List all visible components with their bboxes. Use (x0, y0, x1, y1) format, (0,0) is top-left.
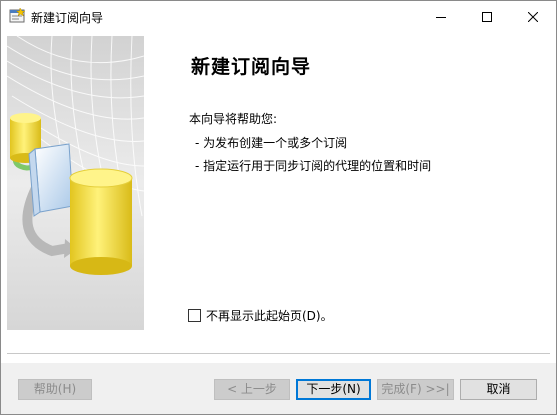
window-title: 新建订阅向导 (31, 11, 104, 25)
intro-text: 本向导将帮助您: (189, 112, 278, 126)
close-icon (528, 11, 538, 22)
title-bar[interactable]: 新建订阅向导 (1, 1, 556, 32)
wizard-content: 新建订阅向导 本向导将帮助您: - 为发布创建一个或多个订阅 - 指定运行用于同… (6, 35, 550, 354)
minimize-button[interactable] (418, 1, 464, 32)
dont-show-option[interactable]: 不再显示此起始页(D)。 (188, 307, 333, 324)
wizard-heading: 新建订阅向导 (191, 56, 312, 78)
dont-show-checkbox[interactable] (188, 309, 201, 322)
finish-button[interactable]: 完成(F) >>| (377, 379, 454, 400)
cancel-button[interactable]: 取消 (460, 379, 537, 400)
wizard-window-icon (9, 7, 26, 23)
maximize-icon (482, 11, 492, 22)
bullet-item: - 指定运行用于同步订阅的代理的位置和时间 (195, 159, 432, 173)
minimize-icon (436, 16, 446, 18)
button-bar: 帮助(H) < 上一步 下一步(N) 完成(F) >>| 取消 (1, 363, 556, 414)
next-button[interactable]: 下一步(N) (296, 379, 371, 400)
wizard-window: 新建订阅向导 新建订阅向导 本向导将帮助您: - 为发布创建一个或多个订阅 - … (0, 0, 557, 415)
dont-show-label: 不再显示此起始页(D)。 (206, 309, 333, 323)
close-button[interactable] (510, 1, 556, 32)
help-button[interactable]: 帮助(H) (18, 379, 92, 400)
wizard-side-illustration (6, 35, 145, 330)
bullet-item: - 为发布创建一个或多个订阅 (195, 136, 348, 150)
back-button[interactable]: < 上一步 (214, 379, 290, 400)
maximize-button[interactable] (464, 1, 510, 32)
